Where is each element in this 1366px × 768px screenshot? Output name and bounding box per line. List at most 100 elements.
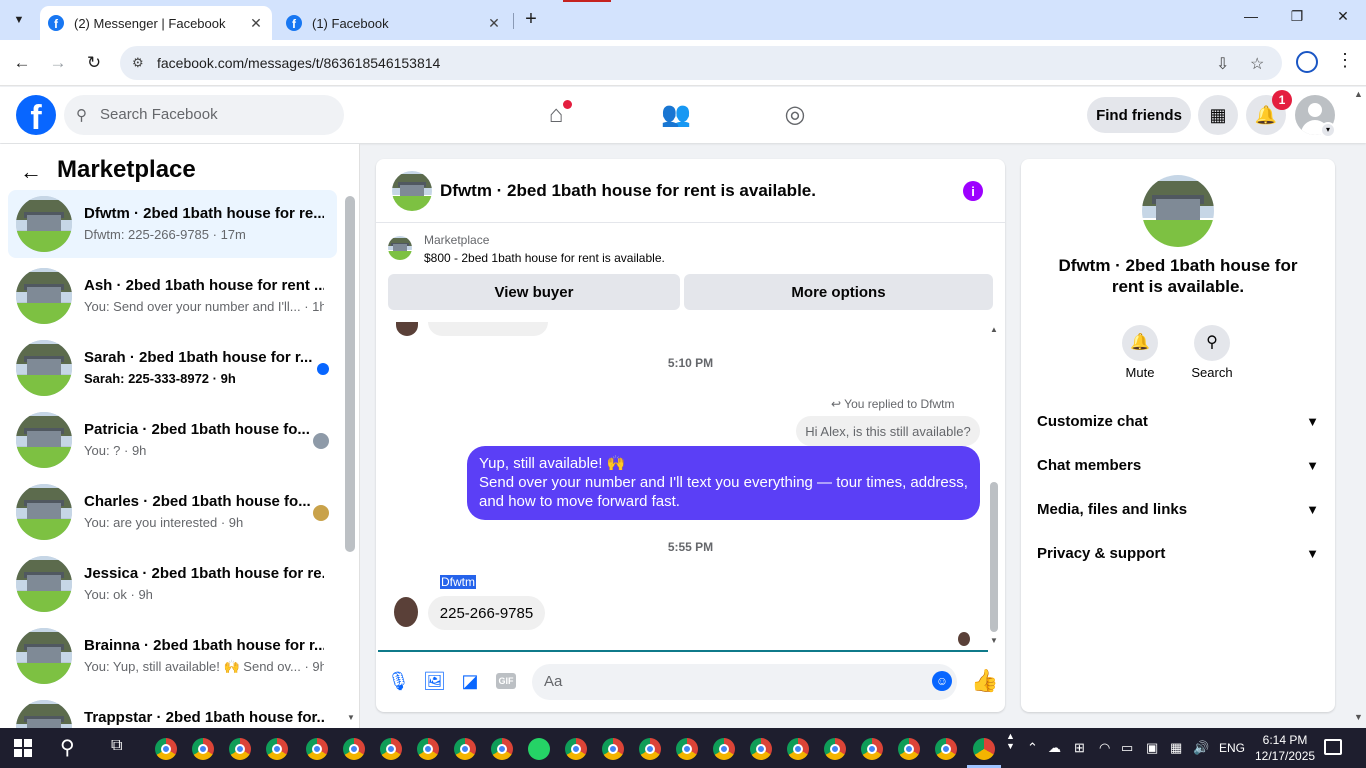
close-window-button[interactable]: ✕ [1320, 8, 1366, 32]
chrome-taskbar-icon[interactable] [380, 738, 402, 760]
conversation-item[interactable]: Jessica · 2bed 1bath house for re... You… [8, 550, 337, 618]
taskbar-search-icon[interactable]: ⚲ [60, 735, 75, 760]
chrome-taskbar-icon[interactable] [229, 738, 251, 760]
privacy-support-row[interactable]: Privacy & support ▼ [1037, 531, 1319, 575]
minimize-button[interactable]: — [1228, 8, 1274, 32]
chrome-taskbar-icon[interactable] [973, 738, 995, 760]
tab-facebook[interactable]: f (1) Facebook ✕ [278, 6, 510, 40]
show-hidden-icons-icon[interactable]: ⌃ [1027, 740, 1038, 756]
info-icon[interactable]: i [963, 181, 983, 201]
chrome-profile-icon[interactable] [1296, 51, 1318, 73]
chat-title[interactable]: Dfwtm · 2bed 1bath house for rent is ava… [440, 181, 816, 201]
app-tray-icon[interactable]: ▦ [1170, 740, 1182, 756]
wifi-icon[interactable]: ◠ [1099, 740, 1110, 756]
emoji-icon[interactable]: ☺ [932, 671, 952, 691]
chrome-taskbar-icon[interactable] [602, 738, 624, 760]
quoted-message[interactable]: Hi Alex, is this still available? [796, 416, 980, 446]
chrome-taskbar-icon[interactable] [306, 738, 328, 760]
chrome-taskbar-icon[interactable] [787, 738, 809, 760]
photo-icon[interactable]: 🖼 [423, 670, 446, 692]
chrome-taskbar-icon[interactable] [155, 738, 177, 760]
scrollbar-thumb[interactable] [345, 196, 355, 552]
chrome-taskbar-icon[interactable] [935, 738, 957, 760]
chrome-taskbar-icon[interactable] [861, 738, 883, 760]
thumbs-up-icon[interactable]: 👍 [971, 668, 998, 694]
tab-search-dropdown-icon[interactable]: ▼ [6, 8, 32, 32]
back-button[interactable]: ← [10, 51, 34, 75]
install-app-icon[interactable]: ⇩ [1216, 54, 1229, 74]
chrome-taskbar-icon[interactable] [266, 738, 288, 760]
chrome-taskbar-icon[interactable] [824, 738, 846, 760]
chrome-taskbar-icon[interactable] [343, 738, 365, 760]
taskbar-clock[interactable]: 6:14 PM 12/17/2025 [1255, 732, 1315, 764]
chrome-menu-icon[interactable]: ⋮ [1336, 50, 1354, 71]
windows-start-icon[interactable] [14, 739, 32, 757]
notification-center-icon[interactable] [1324, 739, 1342, 755]
new-tab-button[interactable]: + [520, 9, 542, 31]
message-input[interactable]: Aa ☺ [532, 664, 957, 700]
listing-title[interactable]: $800 - 2bed 1bath house for rent is avai… [424, 251, 665, 265]
search-button[interactable]: ⚲ Search [1182, 325, 1242, 380]
whatsapp-taskbar-icon[interactable] [528, 738, 550, 760]
scrollbar-thumb[interactable] [990, 482, 998, 632]
chat-members-row[interactable]: Chat members ▼ [1037, 443, 1319, 487]
scroll-down-arrow-icon[interactable]: ▼ [347, 713, 355, 722]
taskbar-scroll-icon[interactable]: ▲ ▼ [1006, 731, 1015, 751]
conversation-item[interactable]: Dfwtm · 2bed 1bath house for re... Dfwtm… [8, 190, 337, 258]
menu-grid-icon[interactable]: ▦ [1198, 95, 1238, 135]
weather-icon[interactable]: ☁ [1048, 740, 1061, 756]
sticker-icon[interactable]: ◪ [459, 670, 481, 692]
battery-icon[interactable]: ▭ [1121, 740, 1133, 756]
conversation-item[interactable]: Trappstar · 2bed 1bath house for... [8, 694, 337, 728]
chevron-down-icon[interactable]: ▾ [1320, 122, 1336, 138]
conversation-item[interactable]: Brainna · 2bed 1bath house for r... You:… [8, 622, 337, 690]
security-icon[interactable]: ⊞ [1074, 740, 1085, 756]
sender-avatar[interactable] [394, 597, 418, 627]
media-files-links-row[interactable]: Media, files and links ▼ [1037, 487, 1319, 531]
facebook-logo-icon[interactable]: f [16, 95, 56, 135]
back-arrow-icon[interactable]: ← [20, 159, 42, 185]
chrome-taskbar-icon[interactable] [192, 738, 214, 760]
find-friends-button[interactable]: Find friends [1087, 97, 1191, 133]
conversation-item[interactable]: Charles · 2bed 1bath house fo... You: ar… [8, 478, 337, 546]
outgoing-message-bubble[interactable]: Yup, still available! 🙌 Send over your n… [467, 446, 980, 520]
chat-listing-thumbnail[interactable] [392, 171, 432, 211]
bookmark-star-icon[interactable]: ☆ [1250, 54, 1264, 74]
scroll-up-arrow-icon[interactable]: ▲ [990, 325, 998, 334]
gif-icon[interactable]: GIF [496, 673, 516, 689]
task-view-icon[interactable]: ⧉ [111, 737, 122, 755]
chrome-taskbar-icon[interactable] [639, 738, 661, 760]
mute-button[interactable]: 🔔 Mute [1110, 325, 1170, 380]
chrome-taskbar-icon[interactable] [750, 738, 772, 760]
chrome-taskbar-icon[interactable] [565, 738, 587, 760]
scroll-down-arrow-icon[interactable]: ▼ [990, 636, 998, 645]
more-options-button[interactable]: More options [684, 274, 993, 310]
friends-icon[interactable]: 👥 [659, 99, 693, 131]
address-bar[interactable]: ⚙ facebook.com/messages/t/86361854615381… [120, 46, 1282, 80]
conversation-item[interactable]: Ash · 2bed 1bath house for rent ... You:… [8, 262, 337, 330]
tab-close-icon[interactable]: ✕ [484, 15, 504, 32]
restore-button[interactable]: ❐ [1274, 8, 1320, 32]
conversation-item[interactable]: Patricia · 2bed 1bath house fo... You: ?… [8, 406, 337, 474]
site-info-icon[interactable]: ⚙ [132, 55, 144, 71]
groups-icon[interactable]: ◎ [778, 99, 812, 131]
chrome-taskbar-icon[interactable] [454, 738, 476, 760]
language-indicator[interactable]: ENG [1219, 741, 1245, 755]
chrome-taskbar-icon[interactable] [491, 738, 513, 760]
chrome-taskbar-icon[interactable] [676, 738, 698, 760]
incoming-message-bubble[interactable]: 225-266-9785 [428, 596, 545, 630]
conversation-item[interactable]: Sarah · 2bed 1bath house for r... Sarah:… [8, 334, 337, 402]
forward-button[interactable]: → [46, 51, 70, 75]
customize-chat-row[interactable]: Customize chat ▼ [1037, 399, 1319, 443]
chrome-taskbar-icon[interactable] [713, 738, 735, 760]
facebook-search-input[interactable]: ⚲ Search Facebook [64, 95, 344, 135]
tab-messenger[interactable]: f (2) Messenger | Facebook ✕ [40, 6, 272, 40]
microphone-icon[interactable]: 🎙 [387, 670, 410, 692]
chrome-taskbar-icon[interactable] [417, 738, 439, 760]
page-scroll-down-icon[interactable]: ▼ [1354, 712, 1363, 722]
page-scroll-up-icon[interactable]: ▲ [1354, 89, 1363, 99]
url-text[interactable]: facebook.com/messages/t/863618546153814 [157, 55, 440, 71]
meet-now-icon[interactable]: ▣ [1146, 740, 1158, 756]
volume-icon[interactable]: 🔊 [1193, 740, 1209, 756]
view-buyer-button[interactable]: View buyer [388, 274, 680, 310]
